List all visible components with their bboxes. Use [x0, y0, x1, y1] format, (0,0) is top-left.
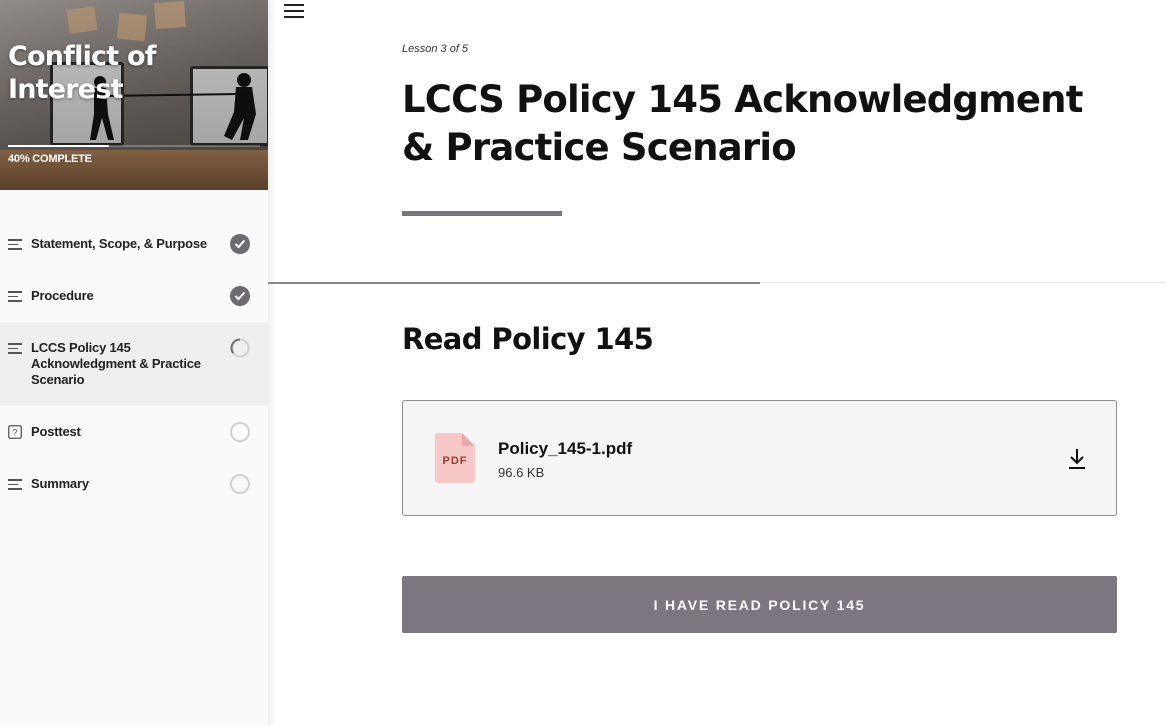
pdf-type-label: PDF — [443, 455, 468, 467]
lesson-title: LCCS Policy 145 Acknowledgment & Practic… — [402, 78, 1083, 169]
lesson-label: Posttest — [31, 424, 81, 439]
lesson-progress-line — [268, 282, 760, 284]
sidebar-shadow — [268, 0, 276, 725]
file-size: 96.6 KB — [498, 465, 545, 480]
attachment-card[interactable]: PDF Policy_145-1.pdf 96.6 KB — [402, 400, 1117, 516]
file-name: Policy_145-1.pdf — [498, 439, 633, 458]
menu-toggle-button[interactable] — [284, 4, 304, 20]
lines-icon — [8, 343, 22, 357]
sidebar: Conflict of Interest 40% COMPLETE Statem… — [0, 0, 268, 725]
lines-icon — [8, 239, 22, 253]
lesson-label: Summary — [31, 476, 89, 491]
lesson-item-posttest[interactable]: ? Posttest — [0, 406, 268, 458]
title-underline — [402, 211, 562, 216]
lesson-label: LCCS Policy 145 Acknowledgment & Practic… — [31, 340, 201, 387]
complete-check-icon — [230, 234, 250, 254]
in-progress-icon — [230, 338, 250, 358]
course-header: Conflict of Interest 40% COMPLETE — [0, 0, 268, 190]
svg-text:?: ? — [12, 428, 17, 438]
lesson-count: Lesson 3 of 5 — [402, 43, 469, 55]
course-progress-bar — [8, 145, 260, 147]
lesson-item-statement[interactable]: Statement, Scope, & Purpose — [0, 218, 268, 270]
lesson-item-summary[interactable]: Summary — [0, 458, 268, 510]
course-title: Conflict of Interest — [8, 41, 156, 105]
lines-icon — [8, 291, 22, 305]
continue-button[interactable]: I HAVE READ POLICY 145 — [402, 576, 1117, 633]
not-started-icon — [230, 422, 250, 442]
lesson-label: Procedure — [31, 288, 94, 303]
lesson-item-procedure[interactable]: Procedure — [0, 270, 268, 322]
not-started-icon — [230, 474, 250, 494]
pdf-file-icon: PDF — [435, 433, 475, 483]
lines-icon — [8, 479, 22, 493]
section-heading: Read Policy 145 — [402, 322, 654, 356]
quiz-icon: ? — [8, 425, 22, 444]
course-progress-label: 40% COMPLETE — [8, 153, 92, 165]
course-progress-fill — [8, 145, 109, 147]
complete-check-icon — [230, 286, 250, 306]
hamburger-icon — [284, 4, 304, 6]
lesson-list: Statement, Scope, & Purpose Procedure LC… — [0, 218, 268, 510]
lesson-item-policy-145[interactable]: LCCS Policy 145 Acknowledgment & Practic… — [0, 322, 268, 406]
download-icon[interactable] — [1067, 447, 1087, 471]
lesson-label: Statement, Scope, & Purpose — [31, 236, 207, 251]
